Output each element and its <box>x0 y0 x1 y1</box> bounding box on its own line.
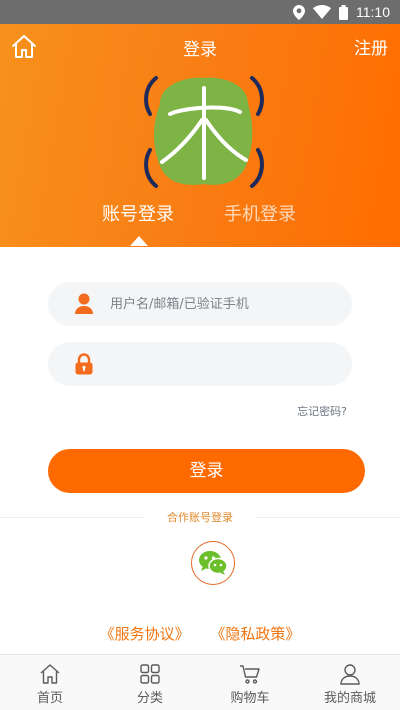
login-tabs: 账号登录 手机登录 <box>0 200 400 240</box>
user-icon <box>75 293 93 314</box>
tab-phone-login[interactable]: 手机登录 <box>224 200 296 226</box>
status-bar: 11:10 <box>0 0 400 24</box>
home-icon <box>40 664 60 684</box>
login-button[interactable]: 登录 <box>48 449 365 493</box>
nav-item-home[interactable]: 首页 <box>0 655 100 710</box>
page-title: 登录 <box>183 40 217 60</box>
username-field[interactable] <box>48 282 352 326</box>
user-icon <box>340 664 360 685</box>
wechat-icon <box>199 551 228 575</box>
login-header: 登录 注册 账号登录 手机登录 <box>0 24 400 247</box>
partner-login-label: 合作账号登录 <box>145 509 255 525</box>
nav-item-my-mall[interactable]: 我的商城 <box>300 655 400 710</box>
top-bar: 登录 注册 <box>0 24 400 68</box>
privacy-policy-link[interactable]: 《隐私政策》 <box>210 625 300 643</box>
agreement-links: 《服务协议》 《隐私政策》 <box>0 623 400 644</box>
wechat-login-button[interactable] <box>191 541 235 585</box>
password-input[interactable] <box>110 342 338 386</box>
service-agreement-link[interactable]: 《服务协议》 <box>100 625 190 643</box>
nav-label: 我的商城 <box>323 691 376 706</box>
cart-icon <box>240 665 260 684</box>
battery-icon <box>339 4 348 20</box>
location-icon <box>293 4 305 20</box>
lock-icon <box>75 353 93 375</box>
bottom-nav: 首页 分类 购物车 我的商城 <box>0 654 400 710</box>
tab-account-login[interactable]: 账号登录 <box>102 200 174 226</box>
active-tab-indicator <box>130 236 148 246</box>
register-link[interactable]: 注册 <box>354 34 388 59</box>
nav-label: 首页 <box>36 691 63 706</box>
app-logo <box>144 76 264 188</box>
username-input[interactable] <box>110 282 338 326</box>
password-field[interactable] <box>48 342 352 386</box>
nav-item-category[interactable]: 分类 <box>100 655 200 710</box>
forgot-password-link[interactable]: 忘记密码? <box>297 403 347 419</box>
grid-icon <box>140 664 160 684</box>
wifi-icon <box>313 5 331 19</box>
nav-label: 分类 <box>136 691 163 706</box>
nav-item-cart[interactable]: 购物车 <box>200 655 300 710</box>
status-time: 11:10 <box>356 4 390 20</box>
nav-label: 购物车 <box>230 691 270 706</box>
